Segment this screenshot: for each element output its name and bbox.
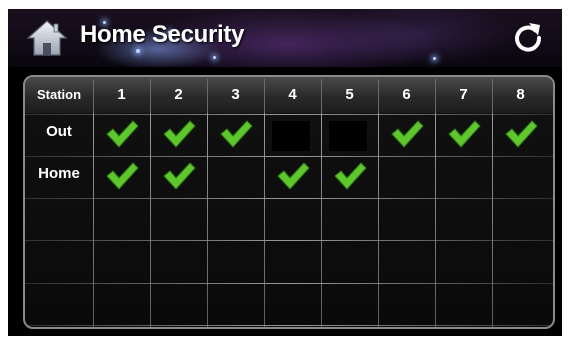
grid-divider [207, 113, 208, 327]
unchecked-cell[interactable] [380, 158, 433, 196]
grid-divider [378, 79, 379, 113]
unchecked-cell[interactable] [209, 158, 262, 196]
station-header-5: 5 [345, 86, 354, 103]
unchecked-cell[interactable] [494, 285, 547, 323]
grid-divider [264, 113, 265, 327]
grid-divider [321, 79, 322, 113]
check-icon[interactable] [105, 119, 139, 149]
grid-header-row: Station 1 2 3 4 5 6 7 8 [25, 77, 553, 113]
grid-divider [25, 156, 553, 157]
unchecked-cell[interactable] [380, 285, 433, 323]
unchecked-cell[interactable] [437, 285, 490, 323]
grid-divider [25, 198, 553, 199]
grid-divider [435, 79, 436, 113]
unchecked-cell[interactable] [437, 200, 490, 238]
grid-divider [25, 283, 553, 284]
unchecked-cell[interactable] [152, 242, 205, 280]
sparkle-decoration [136, 49, 140, 53]
unchecked-cell[interactable] [152, 285, 205, 323]
check-icon[interactable] [162, 119, 196, 149]
station-header-1: 1 [117, 86, 126, 103]
grid-divider [150, 79, 151, 113]
grid-divider [378, 113, 379, 327]
unchecked-cell[interactable] [272, 121, 310, 151]
unchecked-cell[interactable] [95, 242, 148, 280]
unchecked-cell[interactable] [323, 285, 376, 323]
unchecked-cell[interactable] [494, 158, 547, 196]
grid-divider [492, 113, 493, 327]
unchecked-cell[interactable] [95, 285, 148, 323]
page-title: Home Security [80, 21, 245, 48]
header-bar: Home Security [8, 9, 562, 67]
grid-divider [435, 113, 436, 327]
station-header-2: 2 [174, 86, 183, 103]
check-icon[interactable] [504, 119, 538, 149]
refresh-button[interactable] [511, 21, 545, 55]
check-icon[interactable] [276, 161, 310, 191]
check-icon[interactable] [219, 119, 253, 149]
station-header-4: 4 [288, 86, 297, 103]
unchecked-cell[interactable] [266, 242, 319, 280]
check-icon[interactable] [447, 119, 481, 149]
check-icon[interactable] [390, 119, 424, 149]
unchecked-cell[interactable] [152, 200, 205, 238]
unchecked-cell[interactable] [323, 242, 376, 280]
unchecked-cell[interactable] [380, 242, 433, 280]
grid-divider [207, 79, 208, 113]
grid-divider [93, 79, 94, 113]
station-header-8: 8 [516, 86, 525, 103]
grid-divider [25, 114, 553, 115]
unchecked-cell[interactable] [95, 200, 148, 238]
check-icon[interactable] [105, 161, 139, 191]
unchecked-cell[interactable] [494, 242, 547, 280]
unchecked-cell[interactable] [437, 242, 490, 280]
unchecked-cell[interactable] [494, 200, 547, 238]
station-header-label: Station [36, 87, 82, 102]
grid-divider [264, 79, 265, 113]
home-icon [26, 20, 68, 56]
grid-divider [93, 113, 94, 327]
check-icon[interactable] [333, 161, 367, 191]
unchecked-cell[interactable] [266, 285, 319, 323]
refresh-icon [515, 23, 542, 52]
sparkle-decoration [433, 57, 436, 60]
row-label: Out [46, 123, 72, 140]
check-icon[interactable] [162, 161, 196, 191]
unchecked-cell[interactable] [266, 200, 319, 238]
sparkle-decoration [213, 56, 216, 59]
row-label: Home [38, 165, 80, 182]
unchecked-cell[interactable] [323, 200, 376, 238]
grid-divider [492, 79, 493, 113]
unchecked-cell[interactable] [209, 242, 262, 280]
grid-divider [150, 113, 151, 327]
unchecked-cell[interactable] [209, 285, 262, 323]
station-header-3: 3 [231, 86, 240, 103]
unchecked-cell[interactable] [329, 121, 367, 151]
unchecked-cell[interactable] [380, 200, 433, 238]
station-header-6: 6 [402, 86, 411, 103]
unchecked-cell[interactable] [209, 200, 262, 238]
home-button[interactable] [26, 19, 68, 57]
grid-divider [25, 240, 553, 241]
station-header-7: 7 [459, 86, 468, 103]
screen: Home Security Station 1 2 3 4 5 6 7 8 Out Home [8, 9, 562, 336]
unchecked-cell[interactable] [437, 158, 490, 196]
grid-divider [321, 113, 322, 327]
grid-divider [25, 325, 553, 326]
station-schedule-grid: Station 1 2 3 4 5 6 7 8 Out Home [23, 75, 555, 329]
